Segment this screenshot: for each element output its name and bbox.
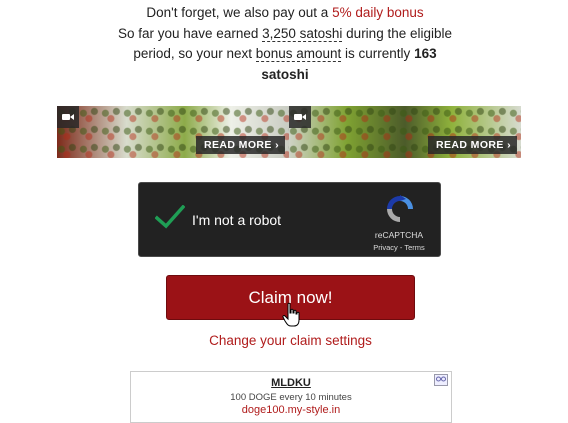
read-more-button[interactable]: READ MORE ›	[196, 136, 285, 154]
earned-amount: 3,250 satoshi	[262, 25, 343, 42]
recaptcha-logo-icon	[387, 195, 413, 222]
bonus-line2-pre: So far you have earned	[118, 25, 263, 41]
next-bonus-unit: satoshi	[261, 66, 309, 82]
daily-bonus-link[interactable]: 5% daily bonus	[332, 5, 424, 20]
promo-tile-2[interactable]: READ MORE ›	[289, 106, 521, 158]
read-more-button[interactable]: READ MORE ›	[428, 136, 517, 154]
not-robot-label: I'm not a robot	[192, 212, 282, 228]
recaptcha-brand: reCAPTCHA	[374, 230, 424, 240]
next-bonus-value: 163	[414, 46, 437, 61]
checkmark-icon[interactable]	[155, 205, 185, 229]
bonus-info-text: Don't forget, we also pay out a 5% daily…	[100, 3, 470, 85]
hand-cursor-icon	[282, 302, 300, 327]
recaptcha-widget[interactable]: I'm not a robot reCAPTCHA Privacy - Term…	[138, 182, 441, 257]
bonus-line3-post: is currently	[341, 46, 415, 61]
video-icon	[289, 106, 311, 128]
bonus-amount-term: bonus amount	[255, 46, 342, 62]
ad-description: 100 DOGE every 10 minutes	[230, 392, 352, 403]
ad-url[interactable]: doge100.my-style.in	[131, 404, 451, 416]
ad-choices-icon[interactable]	[434, 374, 448, 386]
change-claim-settings-link[interactable]: Change your claim settings	[166, 333, 415, 348]
video-icon	[57, 106, 79, 128]
recaptcha-privacy-terms[interactable]: Privacy - Terms	[362, 243, 436, 252]
ad-banner[interactable]: MLDKU 100 DOGE every 10 minutes doge100.…	[130, 371, 452, 423]
promo-tile-1[interactable]: READ MORE ›	[57, 106, 289, 158]
ad-title[interactable]: MLDKU	[131, 377, 451, 389]
bonus-line1-text: Don't forget, we also pay out a	[146, 5, 333, 20]
